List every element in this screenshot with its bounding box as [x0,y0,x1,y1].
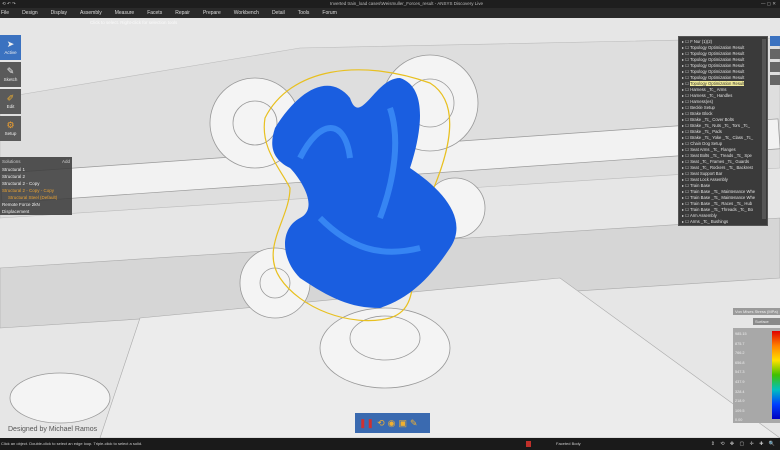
window-controls[interactable]: — ▢ ✕ [761,0,776,8]
legend-subtitle[interactable]: Surface [753,318,780,325]
structure-tab[interactable] [770,36,780,46]
menu-detail[interactable]: Detail [272,8,285,18]
tree-item-label: Seat Bolts _Tc_ Treads _Tc_ Spe [690,153,752,158]
sketch-tool-button[interactable]: ✎Sketch [0,62,21,87]
tree-item-label: Brake Block [690,111,712,116]
menu-measure[interactable]: Measure [115,8,134,18]
status-message: Click an object. Double-click to select … [1,438,142,450]
tree-item-label: Train Base _Tc_ Races _Tc_ Hub [690,201,752,206]
title-bar: ⟲ ↶ ↷ Inverted train_load cases\Weismull… [0,0,780,8]
error-indicator-icon[interactable] [526,441,531,447]
tree-item-label: Seat Lock Assembly [690,177,728,182]
solution-item[interactable]: Structural 2 - Copy [2,180,70,187]
quick-access-icons[interactable]: ⟲ ↶ ↷ [2,0,16,8]
stress-legend: Von Mises Stress (MPa) Surface 985.15875… [733,308,780,423]
tree-item-label: Seat Arms _Tc_ Flanges [690,147,735,152]
active-tool-button[interactable]: ➤Active [0,35,21,60]
menu-prepare[interactable]: Prepare [203,8,221,18]
tool-palette: ➤Active ✎Sketch ✐Edit ⚙Setup [0,35,22,143]
tree-item-label: Harness _Tc_ Handles [690,93,732,98]
tree-item-label: Harness(es) [690,99,713,104]
tree-item-label: Train Base _Tc_ Threads _Tc_ Bo [690,207,753,212]
displacement-item[interactable]: Displacement [2,208,70,215]
tool-label: Sketch [4,77,18,82]
tool-label: Edit [7,104,15,109]
menu-facets[interactable]: Facets [147,8,162,18]
material-icon[interactable]: ◉ [388,418,396,429]
menu-display[interactable]: Display [51,8,67,18]
tool-label: Active [4,50,16,55]
tree-item-label: Topology Optimization Result [690,63,744,68]
selection-tab[interactable] [770,62,780,72]
window-title: Inverted train_load cases\Weismuller_For… [330,0,483,8]
menu-forum[interactable]: Forum [322,8,336,18]
tree-item-label: Harness _Tc_ Arms [690,87,726,92]
pause-icon[interactable]: ❚❚ [359,418,374,429]
simulation-controls: ❚❚ ⟲ ◉ ▣ ✎ [355,413,430,433]
tree-item-label: Chain Dog Setup [690,141,722,146]
tree-item[interactable]: ▸ ☐ L Nuts _Tc_ Bolts _Tc_ Washers [682,225,764,226]
tree-item-label: Brake _Tc_ Cover Bolts [690,117,734,122]
legend-title: Von Mises Stress (MPa) [733,308,780,315]
menu-repair[interactable]: Repair [175,8,190,18]
tree-item-label: Train Base _Tc_ Maintenance Whe [690,195,755,200]
tree-scrollbar[interactable] [762,39,766,219]
status-bar: Click an object. Double-click to select … [0,438,780,450]
solutions-panel: Solutions Add Structural 1 Structural 2 S… [0,157,72,215]
tree-item-label: L Nuts _Tc_ Bolts _Tc_ Washers [690,225,750,226]
tree-item-label: Brake _Tc_ Yoke _Tc_ Class _Tc_ [690,135,753,140]
pencil-icon: ✎ [0,66,21,77]
tree-item-label: Train Base _Tc_ Maintenance Whe [690,189,755,194]
solution-item-selected[interactable]: Structural 2 - Copy - Copy [2,187,70,194]
tree-item-label: Topology Optimization Result [690,51,744,56]
layers-tab[interactable] [770,49,780,59]
solve-icon[interactable]: ▣ [399,418,408,429]
edit-icon: ✐ [0,93,21,104]
tree-item-label: Seat Support Bar [690,171,722,176]
menu-file[interactable]: File [1,8,9,18]
tree-item-label: Arm Assembly [690,213,717,218]
cursor-icon: ➤ [0,39,21,50]
menu-bar: File Design Display Assembly Measure Fac… [0,8,780,18]
tool-label: Setup [5,131,17,136]
view-tools-icons[interactable]: ⇕ ⟲ ✥ ▢ ✛ ✚ 🔍 [711,438,777,450]
tree-item-label: Seat _Tc_ Frames _Tc_ Guards [690,159,749,164]
tree-item-label: Topology Optimization Result [690,81,744,86]
selection-mode[interactable]: Faceted Body [556,438,581,450]
tree-item-label: Topology Optimization Result [690,45,744,50]
setup-tool-button[interactable]: ⚙Setup [0,116,21,141]
menu-workbench[interactable]: Workbench [234,8,259,18]
credit-text: Designed by Michael Ramos [8,426,97,433]
tree-item-label: Topology Optimization Result [690,57,744,62]
remote-force-item[interactable]: Remote Force 2kN [2,201,70,208]
menu-design[interactable]: Design [22,8,38,18]
tree-item-label: Arms _Tc_ Bushings [690,219,728,224]
menu-tools[interactable]: Tools [298,8,310,18]
groups-tab[interactable] [770,75,780,85]
material-item[interactable]: Structural Steel (Default) [2,194,70,201]
tree-item-label: Brake _Tc_ Nuts _Tc_ Tors _Tc_ [690,123,750,128]
right-toolbar [770,36,780,88]
solutions-header: Solutions [2,159,21,164]
viewport-hint: Click to select. Right-click for selecti… [0,19,300,26]
structure-tree-panel: ▸ ☐ F Nur (1)(2)▸ ☐ Topology Optimizatio… [678,36,768,226]
tree-item-label: Train Base [690,183,710,188]
tree-item-label: Topology Optimization Result [690,75,744,80]
3d-viewport[interactable] [0,18,780,438]
tree-item-label: Brake _Tc_ Pads [690,129,722,134]
tree-item-label: Beckle Setup [690,105,715,110]
setup-icon: ⚙ [0,120,21,131]
add-button[interactable]: Add [62,159,70,164]
solution-item[interactable]: Structural 2 [2,173,70,180]
reset-icon[interactable]: ⟲ [377,418,385,429]
tree-item-label: Topology Optimization Result [690,69,744,74]
edit-tool-button[interactable]: ✐Edit [0,89,21,114]
tree-item-label: Seat _Tc_ Rockers _Tc_ Backrest [690,165,753,170]
tree-item-label: F Nur (1)(2) [690,39,712,44]
wrench-icon[interactable]: ✎ [410,418,418,429]
menu-assembly[interactable]: Assembly [80,8,102,18]
color-scale-bar [772,331,780,419]
solution-item[interactable]: Structural 1 [2,166,70,173]
